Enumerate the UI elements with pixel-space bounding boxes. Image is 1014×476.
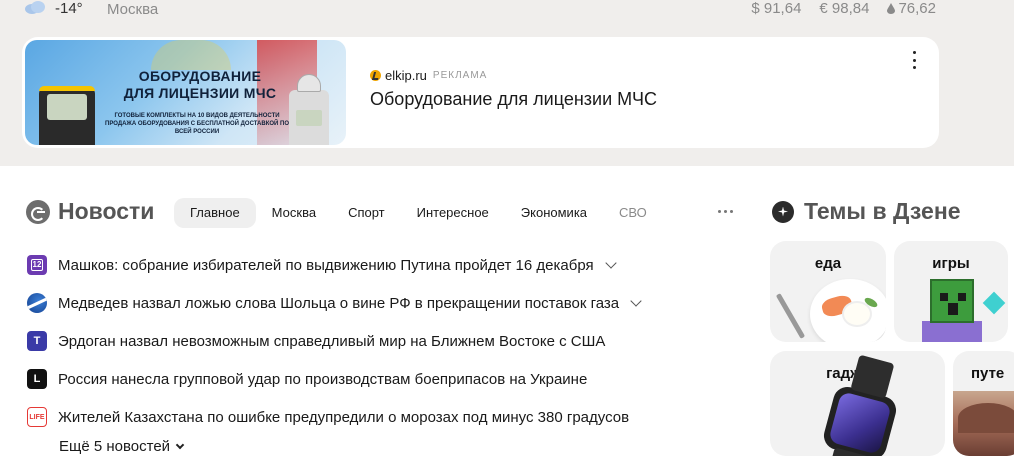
game-character-body-image — [922, 321, 982, 342]
source-12-icon: 12 — [27, 255, 47, 275]
tab-economy[interactable]: Экономика — [505, 198, 603, 228]
emblem-decoration — [151, 40, 231, 70]
ad-source[interactable]: elkip.ru РЕКЛАМА — [370, 68, 487, 83]
diamond-icon — [982, 291, 1006, 315]
tab-svo[interactable]: СВО — [603, 198, 663, 228]
game-character-image — [930, 279, 974, 323]
topic-label: путе — [971, 365, 1005, 382]
topic-card-travel[interactable]: путе — [953, 351, 1014, 456]
news-headline[interactable]: Эрдоган назвал невозможным справедливый … — [58, 333, 605, 350]
chevron-down-icon[interactable] — [604, 256, 617, 269]
ad-banner-subtitle: ГОТОВЫЕ КОМПЛЕКТЫ НА 10 ВИДОВ ДЕЯТЕЛЬНОС… — [97, 112, 297, 136]
landscape-image — [953, 391, 1014, 456]
topic-label: еда — [814, 255, 842, 272]
ad-menu-button[interactable] — [909, 51, 919, 69]
ad-banner-title: ОБОРУДОВАНИЕ ДЛЯ ЛИЦЕНЗИИ МЧС — [123, 68, 277, 101]
chevron-down-icon[interactable] — [630, 294, 642, 307]
news-list: 12 Машков: собрание избирателей по выдви… — [27, 246, 642, 436]
source-globe-icon — [27, 293, 47, 313]
cloud-icon — [25, 1, 45, 14]
rate-usd[interactable]: $ 91,64 — [751, 0, 801, 17]
dzen-header: Темы в Дзене — [772, 198, 961, 225]
fork-image — [775, 293, 806, 339]
rate-eur-value: € 98,84 — [819, 0, 870, 17]
tab-moscow[interactable]: Москва — [256, 198, 332, 228]
dzen-title[interactable]: Темы в Дзене — [804, 198, 961, 225]
rate-oil[interactable]: 76,62 — [887, 0, 936, 17]
ad-source-domain: elkip.ru — [385, 68, 427, 83]
oil-drop-icon — [887, 3, 896, 14]
news-item[interactable]: Медведев назвал ложью слова Шольца о вин… — [27, 284, 642, 322]
smartwatch-image — [820, 354, 900, 456]
news-item[interactable]: LIFE Жителей Казахстана по ошибке предуп… — [27, 398, 640, 436]
news-headline[interactable]: Машков: собрание избирателей по выдвижен… — [58, 257, 594, 274]
news-header: Новости — [26, 198, 154, 225]
news-item[interactable]: T Эрдоган назвал невозможным справедливы… — [27, 322, 640, 360]
city-name[interactable]: Москва — [107, 1, 158, 18]
ad-card[interactable]: ОБОРУДОВАНИЕ ДЛЯ ЛИЦЕНЗИИ МЧС ГОТОВЫЕ КО… — [22, 37, 939, 148]
dot-icon — [912, 51, 916, 54]
topic-label: игры — [932, 255, 970, 272]
rate-usd-value: $ 91,64 — [751, 0, 802, 17]
rate-eur[interactable]: € 98,84 — [819, 0, 869, 17]
source-l-icon: L — [27, 369, 47, 389]
tab-interesting[interactable]: Интересное — [401, 198, 505, 228]
topic-card-food[interactable]: еда — [770, 241, 886, 342]
tabs-more-button[interactable] — [718, 210, 733, 213]
news-item[interactable]: L Россия нанесла групповой удар по произ… — [27, 360, 640, 398]
rate-oil-value: 76,62 — [898, 0, 936, 17]
news-headline[interactable]: Россия нанесла групповой удар по произво… — [58, 371, 587, 388]
news-tabs: Главное Москва Спорт Интересное Экономик… — [174, 198, 663, 228]
dot-icon — [912, 58, 916, 62]
tab-sport[interactable]: Спорт — [332, 198, 401, 228]
source-t-icon: T — [27, 331, 47, 351]
ad-banner-line-1: ГОТОВЫЕ КОМПЛЕКТЫ НА 10 ВИДОВ ДЕЯТЕЛЬНОС… — [114, 113, 280, 119]
news-item[interactable]: 12 Машков: собрание избирателей по выдви… — [27, 246, 640, 284]
dzen-logo-icon — [772, 200, 794, 223]
chevron-down-icon — [175, 440, 185, 449]
elkip-logo-icon — [370, 70, 381, 81]
ad-title[interactable]: Оборудование для лицензии МЧС — [370, 89, 657, 110]
currency-rates: $ 91,64 € 98,84 76,62 — [751, 0, 936, 17]
news-headline[interactable]: Жителей Казахстана по ошибке предупредил… — [58, 409, 629, 426]
source-life-icon: LIFE — [27, 407, 47, 427]
food-plate-image — [810, 279, 886, 342]
ad-banner-image[interactable]: ОБОРУДОВАНИЕ ДЛЯ ЛИЦЕНЗИИ МЧС ГОТОВЫЕ КО… — [25, 40, 346, 145]
multimeter-image — [39, 86, 95, 145]
tab-main[interactable]: Главное — [174, 198, 256, 228]
news-title[interactable]: Новости — [58, 198, 154, 225]
ad-label: РЕКЛАМА — [432, 70, 488, 81]
topic-card-gadgets[interactable]: гаджеты — [770, 351, 945, 456]
topic-card-games[interactable]: игры — [894, 241, 1008, 342]
dot-icon — [718, 210, 721, 213]
dot-icon — [912, 66, 916, 69]
ad-banner-line-2: ПРОДАЖА ОБОРУДОВАНИЯ С БЕСПЛАТНОЙ ДОСТАВ… — [105, 121, 289, 135]
dot-icon — [730, 210, 733, 213]
temperature[interactable]: -14° — [55, 0, 83, 17]
more-news-button[interactable]: Ещё 5 новостей — [59, 438, 185, 455]
more-news-label: Ещё 5 новостей — [59, 438, 171, 455]
info-bar: -14° Москва $ 91,64 € 98,84 76,62 — [0, 0, 1014, 20]
news-logo-icon — [26, 199, 50, 224]
news-headline[interactable]: Медведев назвал ложью слова Шольца о вин… — [58, 295, 619, 312]
dot-icon — [724, 210, 727, 213]
